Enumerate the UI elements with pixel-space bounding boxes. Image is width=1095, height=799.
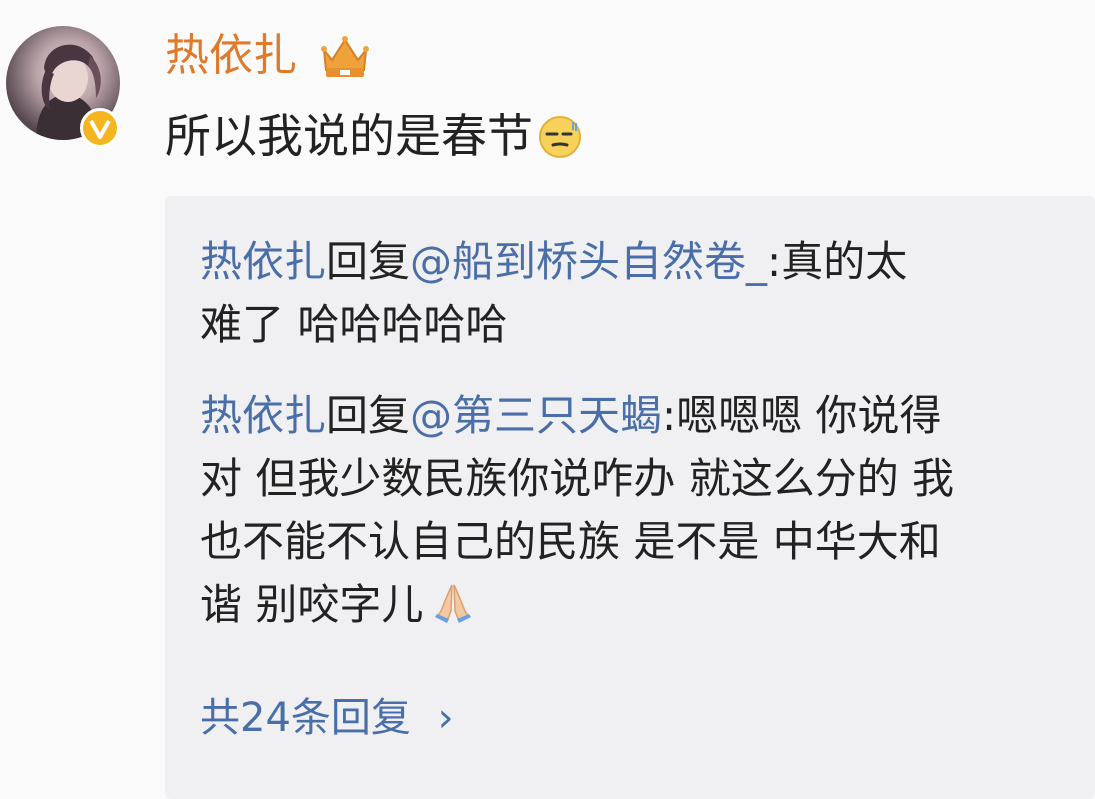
reply-author[interactable]: 热依扎 xyxy=(200,391,326,440)
reply-text-continued: 对 但我少数民族你说咋办 就这么分的 我 xyxy=(200,454,955,503)
reply-line: 热依扎回复@船到桥头自然卷_:真的太 xyxy=(200,230,1080,293)
chevron-right-icon: › xyxy=(437,695,454,741)
reply-item-1[interactable]: 热依扎回复@船到桥头自然卷_:真的太 难了 哈哈哈哈哈 xyxy=(200,230,1080,356)
reply-text-last-line: 谐 别咬字儿 xyxy=(200,573,1080,636)
reply-text: :嗯嗯嗯 你说得 xyxy=(662,391,942,440)
verified-badge-icon xyxy=(80,108,120,148)
view-more-replies-link[interactable]: 共24条回复 › xyxy=(200,690,454,746)
more-replies-label: 共24条回复 xyxy=(200,695,411,741)
embarrassed-face-emoji-icon xyxy=(539,116,581,158)
reply-text-continued: 难了 哈哈哈哈哈 xyxy=(200,300,508,349)
reply-target-mention[interactable]: @船到桥头自然卷_ xyxy=(410,237,767,286)
reply-action: 回复 xyxy=(326,391,411,440)
reply-text: :真的太 xyxy=(767,237,908,286)
reply-text-continued: 也不能不认自己的民族 是不是 中华大和 xyxy=(200,517,941,566)
reply-author[interactable]: 热依扎 xyxy=(200,237,326,286)
comment-text-row: 所以我说的是春节 xyxy=(165,106,583,166)
reply-target-mention[interactable]: @第三只天蝎 xyxy=(410,391,662,440)
reply-item-2[interactable]: 热依扎回复@第三只天蝎:嗯嗯嗯 你说得 对 但我少数民族你说咋办 就这么分的 我… xyxy=(200,384,1080,636)
reply-line: 热依扎回复@第三只天蝎:嗯嗯嗯 你说得 xyxy=(200,384,1080,447)
comment-text: 所以我说的是春节 xyxy=(165,109,533,163)
reply-text-continued: 谐 别咬字儿 xyxy=(200,580,424,629)
comment-username[interactable]: 热依扎 xyxy=(165,28,297,84)
praying-hands-emoji-icon xyxy=(435,584,472,623)
reply-action: 回复 xyxy=(326,237,411,286)
crown-icon xyxy=(318,30,372,80)
